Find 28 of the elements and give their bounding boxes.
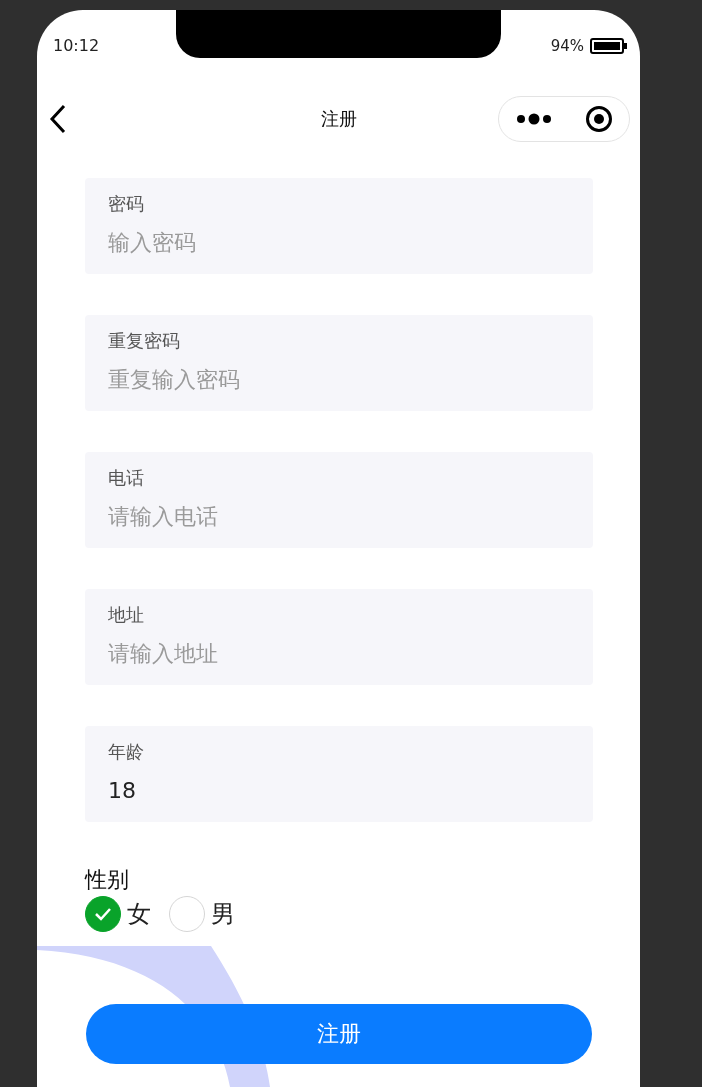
field-label: 密码 [108,192,144,216]
form-field[interactable]: 重复密码 重复输入密码 [85,315,593,411]
form-field[interactable]: 年龄 18 [85,726,593,822]
input-field[interactable]: 请输入电话 [108,500,570,532]
register-button[interactable]: 注册 [86,1004,592,1064]
field-label: 年龄 [108,740,144,764]
input-field[interactable]: 输入密码 [108,226,570,258]
battery-percent: 94% [550,36,584,57]
page-title: 注册 [320,107,357,131]
form-field[interactable]: 电话 请输入电话 [85,452,593,548]
radio-button[interactable] [85,896,121,932]
status-time: 10:12 [53,35,100,57]
battery-icon [590,38,628,54]
field-label: 电话 [108,466,144,490]
radio-label: 男 [211,899,235,930]
gender-label: 性别 [85,868,129,892]
form-field[interactable]: 地址 请输入地址 [85,589,593,685]
field-label: 重复密码 [108,329,180,353]
target-icon[interactable] [584,105,613,133]
more-icon[interactable] [515,113,552,125]
field-label: 地址 [108,603,144,627]
back-icon[interactable] [49,104,67,134]
form-field[interactable]: 密码 输入密码 [85,178,593,274]
input-field[interactable]: 18 [108,774,570,806]
check-icon [94,907,112,921]
input-field[interactable]: 重复输入密码 [108,363,570,395]
input-field[interactable]: 请输入地址 [108,637,570,669]
radio-label: 女 [127,899,151,930]
